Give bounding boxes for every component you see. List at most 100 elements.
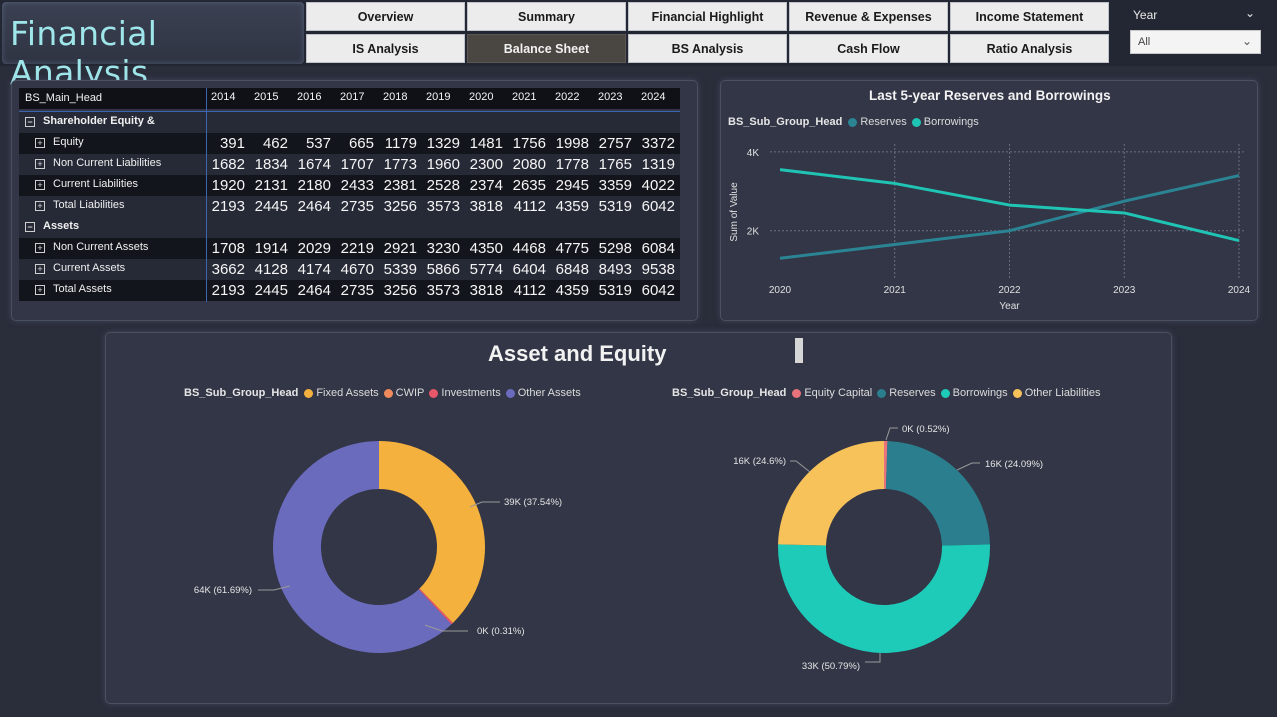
legend-item-other-assets[interactable]: Other Assets [505, 387, 581, 399]
table-cell: 391 [219, 135, 245, 152]
table-cell: 2757 [598, 135, 632, 152]
scroll-handle[interactable] [795, 338, 803, 363]
nav-bs-analysis-button[interactable]: BS Analysis [628, 34, 787, 63]
table-cell: 2635 [512, 177, 546, 194]
nav-is-analysis-button[interactable]: IS Analysis [306, 34, 465, 63]
table-cell [464, 112, 507, 133]
expand-icon[interactable]: + [35, 180, 45, 190]
table-cell [593, 217, 636, 238]
legend-dot [940, 388, 950, 398]
table-cell: 6042 [641, 282, 675, 299]
table-cell: 2945 [555, 177, 589, 194]
legend-item-other-liabilities[interactable]: Other Liabilities [1012, 387, 1101, 399]
table-cell: 1834 [254, 156, 288, 173]
row-label: −Shareholder Equity & Liabilities [19, 112, 206, 144]
table-cell [636, 112, 679, 133]
table-cell: 5319 [598, 198, 632, 215]
donut-slice-fixed-assets[interactable] [379, 441, 486, 623]
nav-cash-flow-button[interactable]: Cash Flow [789, 34, 948, 63]
row-label: − Assets [19, 217, 206, 238]
nav-income-statement-button[interactable]: Income Statement [950, 2, 1109, 31]
legend-item-borrowings[interactable]: Borrowings [940, 387, 1008, 399]
chevron-down-icon[interactable]: ⌄ [1245, 6, 1255, 20]
collapse-icon[interactable]: − [25, 222, 35, 232]
row-label-text: Current Liabilities [53, 178, 138, 190]
expand-icon[interactable]: + [35, 285, 45, 295]
table-cell: 8493 [598, 261, 632, 278]
table-cell: 3230 [426, 240, 460, 257]
row-label-text: BS_Main_Head [25, 92, 103, 104]
legend-item-reserves[interactable]: Reserves [848, 116, 907, 128]
table-cell [206, 217, 249, 238]
table-row: + Non Current Assets 1708 1914 2029 2219 2921 3… [19, 238, 680, 259]
table-cell: 3573 [426, 282, 460, 299]
donut-slice-reserves[interactable] [885, 441, 990, 546]
row-label: BS_Main_Head [19, 88, 206, 109]
donut-slice-other-liabilities[interactable] [778, 441, 884, 546]
donut-slice-borrowings[interactable] [778, 544, 990, 653]
legend-title: BS_Sub_Group_Head [184, 387, 299, 399]
table-cell: 2193 [211, 198, 245, 215]
legend-label: Borrowings [923, 116, 979, 128]
legend-item-cwip[interactable]: CWIP [383, 387, 424, 399]
column-header: 2015 [254, 91, 279, 103]
legend-item-reserves[interactable]: Reserves [877, 387, 936, 399]
table-cell [378, 112, 421, 133]
legend-label: Fixed Assets [316, 387, 379, 399]
table-cell: 2921 [383, 240, 417, 257]
x-tick-label: 2024 [1228, 285, 1251, 296]
table-row: + Non Current Liabilities 1682 1834 1674 1707… [19, 154, 680, 175]
table-cell: 5298 [598, 240, 632, 257]
table-cell [378, 217, 421, 238]
table-cell [292, 217, 335, 238]
expand-icon[interactable]: + [35, 159, 45, 169]
legend-dot [505, 388, 515, 398]
nav-ratio-analysis-button[interactable]: Ratio Analysis [950, 34, 1109, 63]
expand-icon[interactable]: + [35, 264, 45, 274]
expand-icon[interactable]: + [35, 138, 45, 148]
nav-overview-button[interactable]: Overview [306, 2, 465, 31]
legend-label: Other Assets [517, 387, 581, 399]
year-filter-select[interactable]: All ⌄ [1130, 30, 1261, 54]
label-leader-line [956, 462, 980, 471]
equity-legend: BS_Sub_Group_Head Equity Capital Reserve… [672, 387, 1106, 399]
x-tick-label: 2022 [998, 285, 1021, 296]
table-cell: 2193 [211, 282, 245, 299]
nav-balance-sheet-button[interactable]: Balance Sheet [467, 34, 626, 63]
legend-item-borrowings[interactable]: Borrowings [911, 116, 979, 128]
legend-item-fixed-assets[interactable]: Fixed Assets [304, 387, 379, 399]
table-cell: 2374 [469, 177, 503, 194]
table-cell [464, 217, 507, 238]
table-cell [550, 112, 593, 133]
table-cell: 2080 [512, 156, 546, 173]
expand-icon[interactable]: + [35, 201, 45, 211]
legend-item-equity-capital[interactable]: Equity Capital [792, 387, 872, 399]
data-label: 16K (24.09%) [985, 459, 1043, 470]
data-label: 64K (61.69%) [194, 585, 252, 596]
table-cell [593, 112, 636, 133]
table-cell: 2219 [340, 240, 374, 257]
data-label: 39K (37.54%) [504, 497, 562, 508]
table-cell: 5319 [598, 282, 632, 299]
column-header: 2014 [211, 91, 236, 103]
legend-item-investments[interactable]: Investments [429, 387, 501, 399]
table-cell: 3256 [383, 282, 417, 299]
table-cell: 4112 [513, 282, 546, 299]
nav-financial-highlight-button[interactable]: Financial Highlight [628, 2, 787, 31]
column-header: 2018 [383, 91, 408, 103]
legend-dot [848, 117, 858, 127]
legend-dot [304, 388, 314, 398]
table-cell [421, 112, 464, 133]
legend-dot [877, 388, 887, 398]
expand-icon[interactable]: + [35, 243, 45, 253]
row-label-text: Assets [43, 220, 80, 232]
legend-label: Other Liabilities [1024, 387, 1101, 399]
table-group-row: − Assets [19, 217, 680, 238]
y-tick-label: 4K [747, 148, 760, 159]
collapse-icon[interactable]: − [25, 117, 35, 127]
table-cell: 1329 [426, 135, 460, 152]
nav-summary-button[interactable]: Summary [467, 2, 626, 31]
table-cell: 1179 [384, 135, 417, 152]
row-label: + Total Liabilities [19, 196, 206, 217]
nav-revenue-expenses-button[interactable]: Revenue & Expenses [789, 2, 948, 31]
